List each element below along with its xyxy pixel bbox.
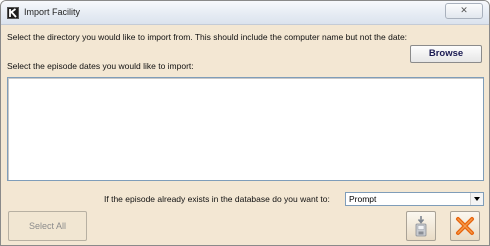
title-bar[interactable]: Import Facility ✕ [1, 1, 489, 25]
import-disk-icon [415, 216, 427, 237]
cancel-x-icon [456, 217, 474, 235]
app-k-icon [7, 7, 19, 19]
exists-prompt-label: If the episode already exists in the dat… [104, 194, 330, 204]
exists-action-value: Prompt [349, 194, 377, 204]
exists-action-select[interactable]: Prompt [345, 192, 484, 206]
close-button[interactable]: ✕ [445, 3, 483, 19]
close-icon: ✕ [460, 6, 468, 16]
browse-button[interactable]: Browse [410, 45, 482, 63]
chevron-down-icon[interactable] [470, 193, 483, 205]
episode-dates-label: Select the episode dates you would like … [7, 61, 194, 71]
window-title: Import Facility [24, 7, 81, 17]
directory-prompt-label: Select the directory you would like to i… [7, 32, 408, 42]
import-facility-window: Import Facility ✕ Select the directory y… [0, 0, 490, 246]
select-all-button[interactable]: Select All [8, 211, 87, 241]
cancel-button[interactable] [450, 211, 480, 241]
import-button[interactable] [406, 211, 436, 241]
episode-dates-list[interactable] [7, 77, 484, 181]
